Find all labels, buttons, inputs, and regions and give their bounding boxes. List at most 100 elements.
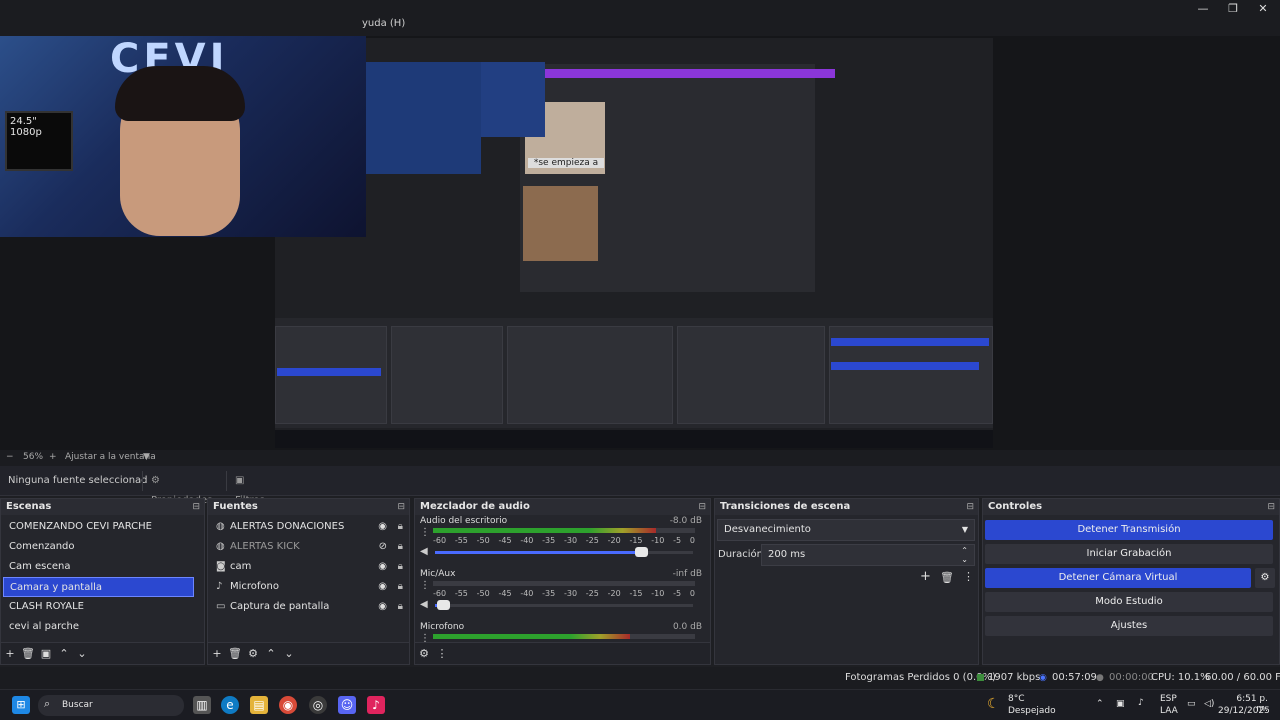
start-recording-button[interactable]: Iniciar Grabación — [985, 544, 1273, 564]
windows-start-icon[interactable]: ⊞ — [12, 696, 30, 714]
lock-icon[interactable]: 🔒︎ — [398, 577, 403, 597]
volume-fill — [435, 551, 642, 554]
meter-tick: -15 — [629, 536, 643, 545]
stop-stream-button[interactable]: Detener Transmisión — [985, 520, 1273, 540]
chevron-down-icon: ▼ — [961, 525, 968, 534]
add-source-button[interactable]: + — [208, 643, 226, 665]
preview-canvas[interactable]: *se empieza a 24.5" 1080p CEVI — [0, 36, 1280, 450]
meter-tick: -50 — [476, 589, 490, 598]
zoom-in-button[interactable]: + — [49, 452, 57, 462]
volume-knob[interactable] — [635, 547, 649, 557]
move-down-button[interactable]: ⌄ — [280, 643, 298, 665]
scene-item[interactable]: Comenzando — [3, 537, 194, 557]
scenes-dock: Escenas ⊟ COMENZANDO CEVI PARCHE Comenzan… — [0, 498, 205, 665]
speaker-icon[interactable]: ◀ — [420, 599, 428, 610]
scene-item[interactable]: COMENZANDO CEVI PARCHE — [3, 517, 194, 537]
mixer-menu-button[interactable]: ⋮ — [433, 643, 451, 665]
tray-chevron-icon[interactable]: ⌃ — [1096, 699, 1104, 709]
meter-tick: -30 — [563, 536, 578, 545]
task-view-icon[interactable]: ▥ — [193, 696, 211, 714]
obs-icon[interactable]: ◎ — [309, 696, 327, 714]
mic-tray-icon[interactable]: ♪ — [1138, 698, 1144, 708]
stop-virtual-cam-button[interactable]: Detener Cámara Virtual — [985, 568, 1251, 588]
remove-scene-button[interactable]: 🗑 — [19, 643, 37, 665]
undock-icon[interactable]: ⊟ — [698, 499, 706, 515]
move-up-button[interactable]: ⌃ — [55, 643, 73, 665]
scene-item-selected[interactable]: Camara y pantalla — [3, 577, 194, 597]
scene-item[interactable]: cevi al parche — [3, 617, 194, 637]
menu-help[interactable]: yuda (H) — [362, 18, 405, 29]
move-down-button[interactable]: ⌄ — [73, 643, 91, 665]
lang-bottom[interactable]: LAA — [1160, 706, 1178, 716]
undock-icon[interactable]: ⊟ — [397, 499, 405, 515]
network-icon[interactable]: ▭ — [1187, 699, 1196, 709]
eye-icon[interactable]: ◉ — [378, 597, 387, 617]
lock-icon[interactable]: 🔒︎ — [398, 597, 403, 617]
tiktok-icon[interactable]: ♪ — [367, 696, 385, 714]
edge-icon[interactable]: e — [221, 696, 239, 714]
lock-icon[interactable]: 🔒︎ — [398, 557, 403, 577]
volume-slider[interactable] — [435, 547, 693, 557]
advanced-audio-button[interactable]: ⚙ — [415, 643, 433, 665]
filters-button[interactable]: ▣ Filtros — [226, 471, 284, 506]
add-scene-button[interactable]: + — [1, 643, 19, 665]
source-item[interactable]: ◙ cam ◉ 🔒︎ — [208, 557, 409, 577]
maximize-button[interactable]: ❐ — [1218, 2, 1248, 16]
source-item[interactable]: ◍ ALERTAS DONACIONES ◉ 🔒︎ — [208, 517, 409, 537]
scene-item[interactable]: Cam escena — [3, 557, 194, 577]
spin-down-icon[interactable]: ⌄ — [961, 550, 968, 570]
move-up-button[interactable]: ⌃ — [262, 643, 280, 665]
zoom-out-button[interactable]: − — [6, 452, 14, 462]
duration-input[interactable]: 200 ms ⌃ ⌄ — [761, 544, 975, 566]
globe-icon: ◍ — [216, 541, 225, 552]
eye-hidden-icon[interactable]: ⊘ — [379, 537, 387, 557]
source-item[interactable]: ♪ Microfono ◉ 🔒︎ — [208, 577, 409, 597]
meter-tick: 0 — [689, 536, 695, 545]
settings-button[interactable]: Ajustes — [985, 616, 1273, 636]
network-indicator-icon — [977, 674, 984, 681]
undock-icon[interactable]: ⊟ — [966, 499, 974, 515]
transition-select[interactable]: Desvanecimiento ▼ — [717, 519, 975, 541]
scene-filters-button[interactable]: ▣ — [37, 643, 55, 665]
source-item[interactable]: ▭ Captura de pantalla ◉ 🔒︎ — [208, 597, 409, 617]
eye-icon[interactable]: ◉ — [378, 577, 387, 597]
remove-source-button[interactable]: 🗑 — [226, 643, 244, 665]
remove-transition-icon[interactable]: 🗑 — [940, 571, 954, 584]
discord-icon[interactable]: ☺ — [338, 696, 356, 714]
search-placeholder: Buscar — [62, 700, 93, 710]
channel-menu-icon[interactable]: ⋮ — [420, 527, 430, 538]
virtual-cam-settings-icon[interactable]: ⚙ — [1255, 568, 1275, 588]
level-meter — [433, 528, 695, 533]
eye-icon[interactable]: ◉ — [378, 557, 387, 577]
clock-date[interactable]: 29/12/2025 — [1218, 706, 1270, 716]
volume-knob[interactable] — [436, 600, 450, 610]
eye-icon[interactable]: ◉ — [378, 517, 387, 537]
lang-top[interactable]: ESP — [1160, 694, 1177, 704]
lock-icon[interactable]: 🔒︎ — [398, 517, 403, 537]
meter-tick: -45 — [498, 536, 512, 545]
lock-icon[interactable]: 🔒︎ — [398, 537, 403, 557]
undock-icon[interactable]: ⊟ — [192, 499, 200, 515]
taskbar-search[interactable]: ⌕ Buscar — [38, 695, 184, 716]
volume-icon[interactable]: ◁) — [1204, 699, 1214, 709]
zoom-level: 56% — [23, 452, 44, 462]
chrome-icon[interactable]: ◉ — [279, 696, 297, 714]
source-item[interactable]: ◍ ALERTAS KICK ⊘ 🔒︎ — [208, 537, 409, 557]
globe-icon: ◍ — [216, 521, 225, 532]
transition-menu-icon[interactable]: ⋮ — [963, 570, 974, 583]
minimize-button[interactable]: — — [1188, 2, 1218, 16]
scene-item[interactable]: CLASH ROYALE — [3, 597, 194, 617]
close-button[interactable]: ✕ — [1248, 2, 1278, 16]
meme-caption: *se empieza a — [528, 158, 604, 168]
channel-menu-icon[interactable]: ⋮ — [420, 580, 430, 591]
source-settings-button[interactable]: ⚙ — [244, 643, 262, 665]
volume-slider[interactable] — [435, 600, 693, 610]
add-transition-icon[interactable]: + — [920, 569, 931, 584]
undock-icon[interactable]: ⊟ — [1267, 499, 1275, 515]
properties-button[interactable]: ⚙ Propiedades — [142, 471, 222, 506]
file-explorer-icon[interactable]: ▤ — [250, 696, 268, 714]
zoom-dropdown-icon[interactable]: ▼ — [143, 452, 150, 462]
speaker-icon[interactable]: ◀ — [420, 546, 428, 557]
studio-mode-button[interactable]: Modo Estudio — [985, 592, 1273, 612]
tray-app-icon[interactable]: ▣ — [1116, 699, 1125, 709]
